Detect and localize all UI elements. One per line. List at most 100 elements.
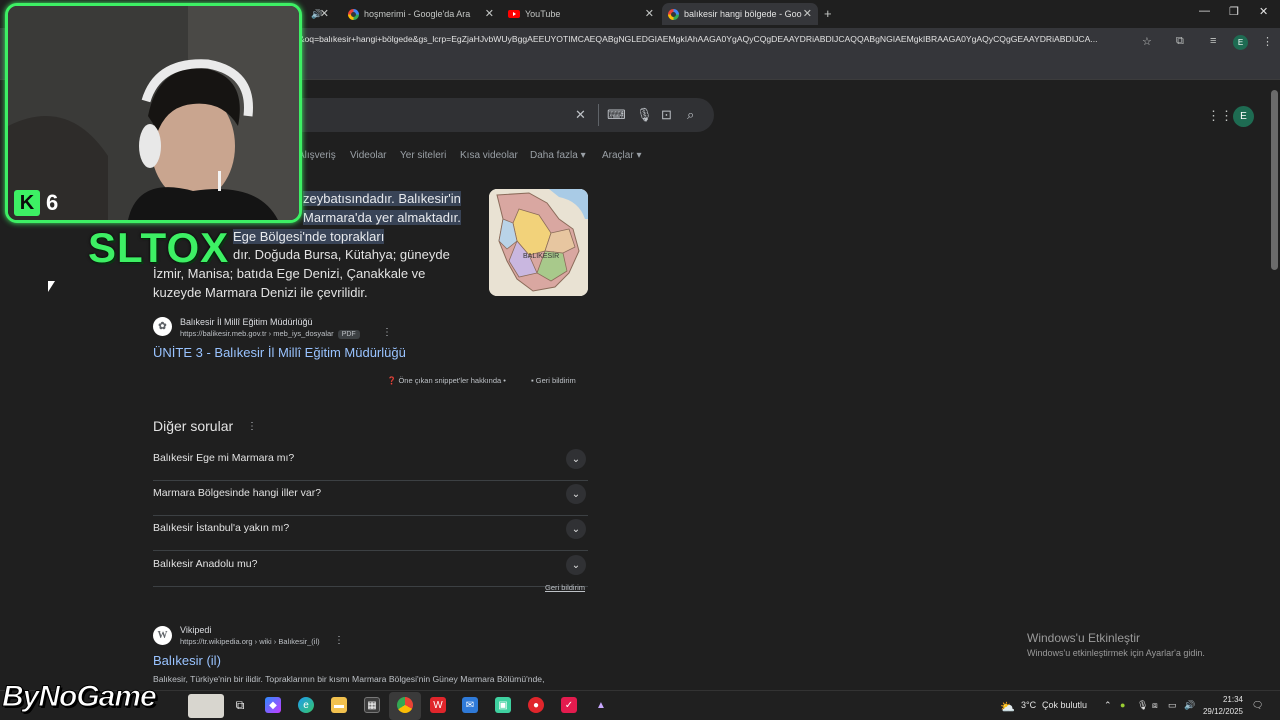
- microphone-icon[interactable]: 🎙: [636, 107, 653, 123]
- map-thumbnail[interactable]: BALIKESİR: [489, 189, 588, 296]
- source-name[interactable]: Vikipedi: [180, 625, 211, 635]
- close-window-icon[interactable]: ✕: [1259, 5, 1268, 18]
- app-icon[interactable]: ▣: [495, 697, 511, 713]
- map-image: [489, 189, 588, 296]
- copilot-icon[interactable]: ◆: [265, 697, 281, 713]
- help-icon: ❓: [387, 376, 397, 385]
- app-icon[interactable]: ✓: [561, 697, 577, 713]
- source-url-text: https://balikesir.meb.gov.tr › meb_iys_d…: [180, 329, 334, 338]
- more-options-icon[interactable]: ⋮: [334, 635, 344, 646]
- close-tab-icon[interactable]: ✕: [803, 7, 812, 20]
- keyboard-icon[interactable]: ⌨: [607, 107, 626, 123]
- clock-time[interactable]: 21:34: [1203, 695, 1243, 704]
- caret-down-icon: ▾: [636, 150, 642, 161]
- tab-videos[interactable]: Videolar: [350, 150, 387, 161]
- tab-places[interactable]: Yer siteleri: [400, 150, 446, 161]
- bookmark-star-icon[interactable]: ☆: [1142, 35, 1152, 48]
- question-text: Balıkesir Anadolu mu?: [153, 558, 258, 570]
- menu-icon[interactable]: ⋮: [1262, 35, 1273, 48]
- store-icon[interactable]: ▦: [364, 697, 380, 713]
- search-thumbnail[interactable]: [188, 694, 224, 718]
- feedback-link[interactable]: Geri bildirim: [545, 583, 585, 592]
- close-tab-icon[interactable]: ✕: [485, 7, 494, 20]
- chevron-down-icon[interactable]: ⌄: [566, 449, 586, 469]
- opera-gx-icon[interactable]: W: [430, 697, 446, 713]
- meb-favicon: ✿: [153, 317, 172, 336]
- restore-icon[interactable]: ❐: [1229, 5, 1239, 18]
- question-text: Balıkesir İstanbul'a yakın mı?: [153, 522, 290, 534]
- about-snippets-text: Öne çıkan snippet'ler hakkında: [398, 376, 502, 385]
- mail-icon[interactable]: ✉: [462, 697, 478, 713]
- app-icon[interactable]: ▲: [593, 697, 609, 713]
- file-explorer-icon[interactable]: ▬: [331, 697, 347, 713]
- close-tab-icon[interactable]: ✕: [645, 7, 654, 20]
- tab-hosmerimi[interactable]: hoşmerimi - Google'da Ara ✕: [342, 3, 500, 25]
- tab-shopping[interactable]: Alışveriş: [298, 150, 336, 161]
- tab-youtube[interactable]: YouTube ✕: [502, 3, 660, 25]
- more-options-icon[interactable]: ⋮: [247, 421, 257, 432]
- result-description: Balıkesir, Türkiye'nin bir ilidir. Topra…: [153, 674, 545, 684]
- about-snippets-link[interactable]: ❓ Öne çıkan snippet'ler hakkında •: [387, 376, 506, 385]
- weather-temp[interactable]: 3°C: [1021, 700, 1036, 710]
- microphone-icon[interactable]: 🎙: [1137, 700, 1148, 711]
- sponsor-logo: ByNoGame: [2, 680, 158, 714]
- chevron-down-icon[interactable]: ⌄: [566, 484, 586, 504]
- result-link[interactable]: ÜNİTE 3 - Balıkesir İl Millî Eğitim Müdü…: [153, 345, 406, 360]
- clock-date[interactable]: 29/12/2025: [1201, 707, 1243, 716]
- weather-desc[interactable]: Çok bulutlu: [1042, 700, 1087, 710]
- chrome-icon[interactable]: [397, 697, 413, 713]
- source-name[interactable]: Balıkesir İl Millî Eğitim Müdürlüğü: [180, 317, 313, 327]
- wikipedia-favicon: W: [153, 626, 172, 645]
- chevron-down-icon[interactable]: ⌄: [566, 519, 586, 539]
- tab-tools[interactable]: Araçlar ▾: [602, 150, 642, 161]
- tab-title: YouTube: [525, 9, 561, 19]
- lens-icon[interactable]: ⊡: [661, 107, 672, 123]
- question-text: Balıkesir Ege mi Marmara mı?: [153, 452, 295, 464]
- kick-logo: K: [14, 190, 40, 216]
- tab-more-label: Daha fazla: [530, 150, 578, 161]
- tab-more[interactable]: Daha fazla ▾: [530, 150, 586, 161]
- volume-icon[interactable]: 🔊: [1184, 700, 1195, 711]
- tray-app-icon[interactable]: ⧈: [1152, 700, 1158, 711]
- chevron-down-icon[interactable]: ⌄: [566, 555, 586, 575]
- profile-avatar[interactable]: E: [1233, 35, 1248, 50]
- address-bar[interactable]: e&oq=balıkesir+hangi+bölgede&gs_lcrp=EgZ…: [294, 34, 1134, 44]
- app-icon[interactable]: ●: [528, 697, 544, 713]
- new-tab-button[interactable]: +: [824, 6, 832, 21]
- task-view-icon[interactable]: ⧉: [232, 697, 248, 713]
- source-url[interactable]: https://balikesir.meb.gov.tr › meb_iys_d…: [180, 329, 360, 339]
- question-item[interactable]: Marmara Bölgesinde hangi iller var? ⌄: [153, 481, 588, 516]
- snippet-line: dır. Doğuda Bursa, Kütahya; güneyde: [233, 247, 450, 263]
- tray-app-icon[interactable]: ●: [1120, 700, 1125, 710]
- activation-title: Windows'u Etkinleştir: [1027, 631, 1140, 645]
- tab-balikesir[interactable]: balıkesir hangi bölgede - Goog ✕: [662, 3, 818, 25]
- pdf-badge: PDF: [337, 330, 360, 339]
- network-icon[interactable]: ▭: [1168, 700, 1177, 711]
- chevron-up-icon[interactable]: ⌃: [1104, 700, 1112, 711]
- minimize-icon[interactable]: —: [1199, 5, 1210, 17]
- weather-icon[interactable]: ⛅: [1000, 700, 1015, 714]
- feedback-link[interactable]: ▪ Geri bildirim: [531, 376, 576, 385]
- feedback-text: Geri bildirim: [535, 376, 576, 385]
- avatar[interactable]: E: [1233, 106, 1254, 127]
- close-tab-icon[interactable]: ✕: [320, 7, 329, 20]
- streamer-name: SLTOX: [88, 224, 230, 271]
- clear-icon[interactable]: ✕: [575, 107, 586, 123]
- result-link[interactable]: Balıkesir (il): [153, 653, 221, 668]
- source-url[interactable]: https://tr.wikipedia.org › wiki › Balıke…: [180, 637, 320, 646]
- more-options-icon[interactable]: ⋮: [382, 327, 392, 338]
- tab-partial[interactable]: 🔊 ✕: [305, 3, 335, 25]
- question-item[interactable]: Balıkesir Anadolu mu? ⌄: [153, 552, 588, 587]
- edge-icon[interactable]: e: [298, 697, 314, 713]
- media-icon[interactable]: ≡: [1210, 35, 1216, 47]
- extensions-icon[interactable]: ⧉: [1176, 35, 1184, 48]
- google-icon: [668, 8, 679, 20]
- notifications-icon[interactable]: 🗨: [1252, 700, 1263, 711]
- tab-short-videos[interactable]: Kısa videolar: [460, 150, 518, 161]
- scrollbar[interactable]: [1271, 90, 1278, 270]
- tab-title: balıkesir hangi bölgede - Goog: [684, 9, 802, 19]
- mouse-cursor: [48, 281, 55, 292]
- question-item[interactable]: Balıkesir Ege mi Marmara mı? ⌄: [153, 446, 588, 481]
- search-icon[interactable]: ⌕: [687, 107, 694, 123]
- question-item[interactable]: Balıkesir İstanbul'a yakın mı? ⌄: [153, 516, 588, 551]
